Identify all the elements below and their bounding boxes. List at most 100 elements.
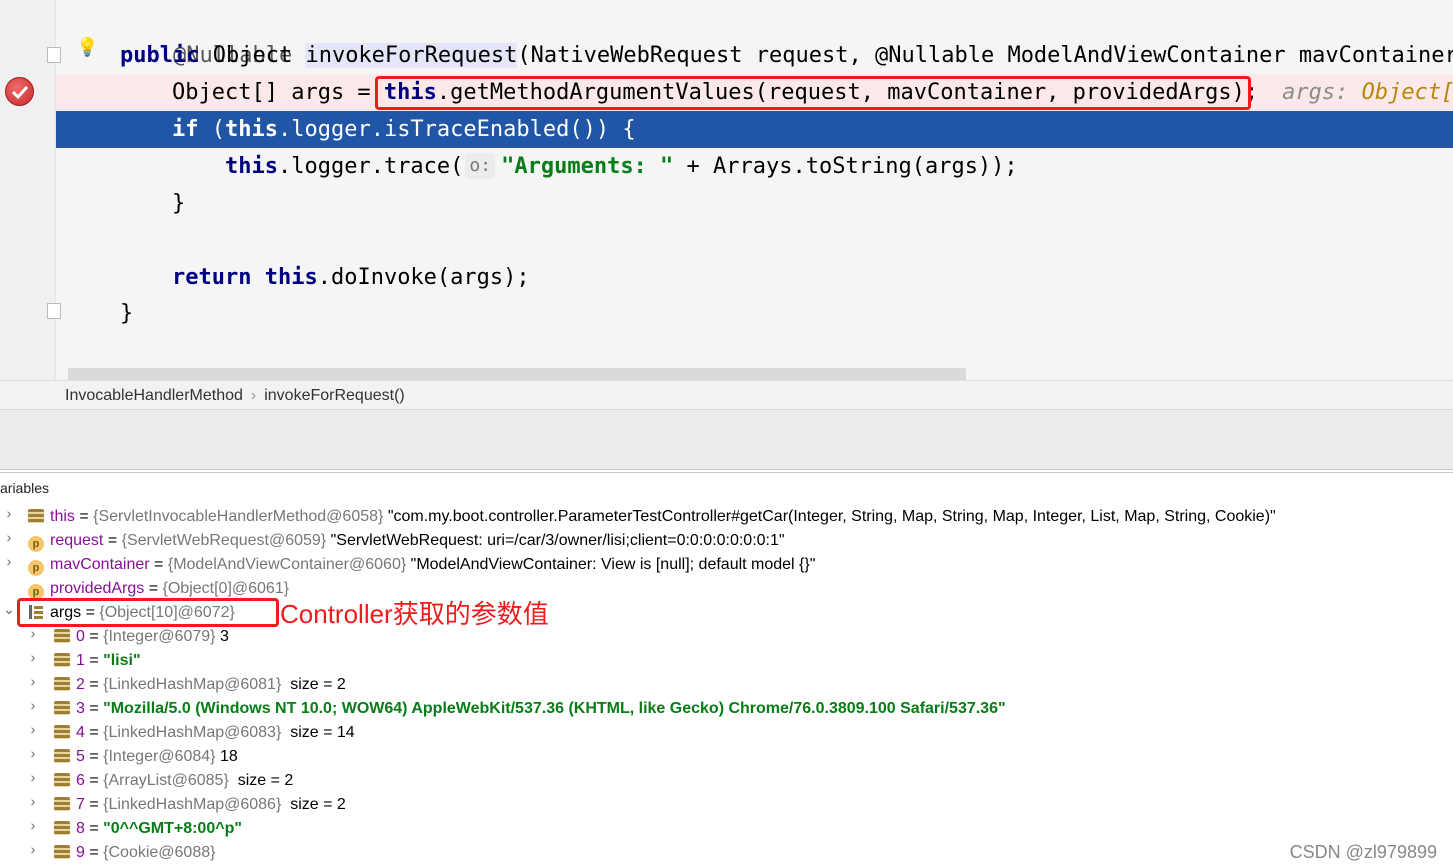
breakpoint-icon[interactable] (5, 77, 34, 106)
var-row-this[interactable]: this = {ServletInvocableHandlerMethod@60… (28, 505, 1276, 529)
field-icon (54, 653, 70, 667)
var-name: request (50, 532, 104, 549)
item-index: 6 (76, 772, 85, 789)
item-value: size = 2 (290, 676, 346, 693)
chevron-right-icon[interactable]: › (26, 649, 40, 673)
kw-this: this (225, 154, 278, 179)
field-icon (54, 749, 70, 763)
do-invoke-call: .doInvoke(args); (317, 265, 530, 290)
item-value: 18 (219, 748, 238, 765)
panel-title-text: ariables (0, 480, 50, 496)
code-editor[interactable]: 💡 @Nullable public Object invokeForReque… (0, 0, 1453, 380)
array-item-3[interactable]: 3 = "Mozilla/5.0 (Windows NT 10.0; WOW64… (54, 697, 1006, 721)
item-string: "Mozilla/5.0 (Windows NT 10.0; WOW64) Ap… (103, 700, 1006, 717)
highlight-box-call (375, 76, 1251, 110)
annotation-label: Controller获取的参数值 (280, 599, 549, 629)
trace-args: + Arrays.toString(args)); (673, 154, 1018, 179)
chevron-right-icon[interactable]: › (26, 673, 40, 697)
chevron-right-icon[interactable]: › (2, 505, 16, 529)
var-name: mavContainer (50, 556, 150, 573)
breadcrumb: InvocableHandlerMethod › invokeForRequest(… (0, 380, 1453, 410)
parameter-icon: p (28, 560, 44, 576)
item-index: 0 (76, 628, 85, 645)
close-brace: } (120, 301, 134, 326)
breadcrumb-method[interactable]: invokeForRequest() (264, 387, 405, 404)
if-paren: ( (198, 117, 225, 142)
highlight-box-args (17, 598, 279, 627)
kw-this: this (225, 117, 278, 142)
chevron-down-icon[interactable]: ⌄ (2, 601, 16, 625)
item-string: "lisi" (103, 652, 141, 669)
debug-toolbar (0, 409, 1453, 470)
field-icon (54, 725, 70, 739)
var-value: "ServletWebRequest: uri=/car/3/owner/lis… (330, 532, 785, 549)
field-icon (54, 821, 70, 835)
args-decl: Object[] args = (172, 80, 384, 105)
array-item-8[interactable]: 8 = "0^^GMT+8:00^p" (54, 817, 242, 841)
field-icon (28, 509, 44, 523)
param-name-hint: o: (465, 153, 496, 179)
chevron-right-icon[interactable]: › (26, 745, 40, 769)
horizontal-scrollbar[interactable] (68, 368, 966, 380)
item-value: size = 2 (237, 772, 294, 789)
breadcrumb-class[interactable]: InvocableHandlerMethod (0, 387, 243, 404)
array-item-0[interactable]: 0 = {Integer@6079} 3 (54, 625, 229, 649)
array-item-9[interactable]: 9 = {Cookie@6088} (54, 841, 215, 865)
hint-label: args: (1282, 80, 1362, 105)
trace-check: .logger.isTraceEnabled()) { (277, 117, 636, 142)
item-ref: {Integer@6084} (103, 748, 216, 765)
kw-return: return (172, 265, 252, 290)
method-name: invokeForRequest (305, 43, 518, 68)
var-name: providedArgs (50, 580, 145, 597)
chevron-right-icon[interactable]: › (26, 697, 40, 721)
array-item-1[interactable]: 1 = "lisi" (54, 649, 141, 673)
close-brace: } (172, 191, 186, 216)
item-index: 3 (76, 700, 85, 717)
code-line-5: this.logger.trace(o: "Arguments: " + Arra… (56, 148, 1453, 185)
field-icon (54, 629, 70, 643)
var-value: "com.my.boot.controller.ParameterTestCon… (387, 508, 1276, 525)
item-index: 9 (76, 844, 85, 861)
item-string: "0^^GMT+8:00^p" (103, 820, 242, 837)
code-line-4-current: if (this.logger.isTraceEnabled()) { (56, 111, 1453, 148)
chevron-right-icon[interactable]: › (26, 841, 40, 865)
field-icon (54, 845, 70, 859)
item-ref: {LinkedHashMap@6081} (103, 676, 282, 693)
chevron-right-icon[interactable]: › (26, 817, 40, 841)
var-ref: {Object[0]@6061} (162, 580, 290, 597)
item-index: 2 (76, 676, 85, 693)
item-index: 7 (76, 796, 85, 813)
variables-panel-title: ariables (0, 472, 1453, 503)
kw-public: public (120, 43, 200, 68)
var-value: "ModelAndViewContainer: View is [null]; … (410, 556, 816, 573)
watermark: CSDN @zl979899 (1289, 842, 1437, 862)
array-item-5[interactable]: 5 = {Integer@6084} 18 (54, 745, 238, 769)
array-item-4[interactable]: 4 = {LinkedHashMap@6083} size = 14 (54, 721, 355, 745)
chevron-right-icon: › (250, 387, 257, 404)
chevron-right-icon[interactable]: › (26, 721, 40, 745)
var-row-mavcontainer[interactable]: p mavContainer = {ModelAndViewContainer@6… (28, 553, 815, 577)
code-line-1: @Nullable (56, 0, 1453, 68)
chevron-right-icon[interactable]: › (2, 553, 16, 577)
chevron-right-icon[interactable]: › (2, 529, 16, 553)
array-item-2[interactable]: 2 = {LinkedHashMap@6081} size = 2 (54, 673, 346, 697)
chevron-right-icon[interactable]: › (26, 793, 40, 817)
code-line-2: public Object invokeForRequest(NativeWeb… (56, 37, 1453, 74)
item-value: 3 (219, 628, 229, 645)
item-value: size = 14 (290, 724, 355, 741)
hint-value: Object[1 (1361, 80, 1453, 105)
inline-value-hint: args: Object[1 (1282, 80, 1453, 105)
trace-call: .logger.trace( (277, 154, 464, 179)
array-item-6[interactable]: 6 = {ArrayList@6085} size = 2 (54, 769, 293, 793)
kw-if: if (172, 117, 199, 142)
code-line-8: } (56, 295, 1453, 332)
var-row-request[interactable]: p request = {ServletWebRequest@6059} "Ser… (28, 529, 785, 553)
item-ref: {Cookie@6088} (103, 844, 216, 861)
string-literal: "Arguments: " (501, 154, 674, 179)
chevron-right-icon[interactable]: › (26, 625, 40, 649)
chevron-right-icon[interactable]: › (26, 769, 40, 793)
var-ref: {ServletWebRequest@6059} (121, 532, 327, 549)
array-item-7[interactable]: 7 = {LinkedHashMap@6086} size = 2 (54, 793, 346, 817)
field-icon (54, 701, 70, 715)
var-ref: {ModelAndViewContainer@6060} (167, 556, 407, 573)
